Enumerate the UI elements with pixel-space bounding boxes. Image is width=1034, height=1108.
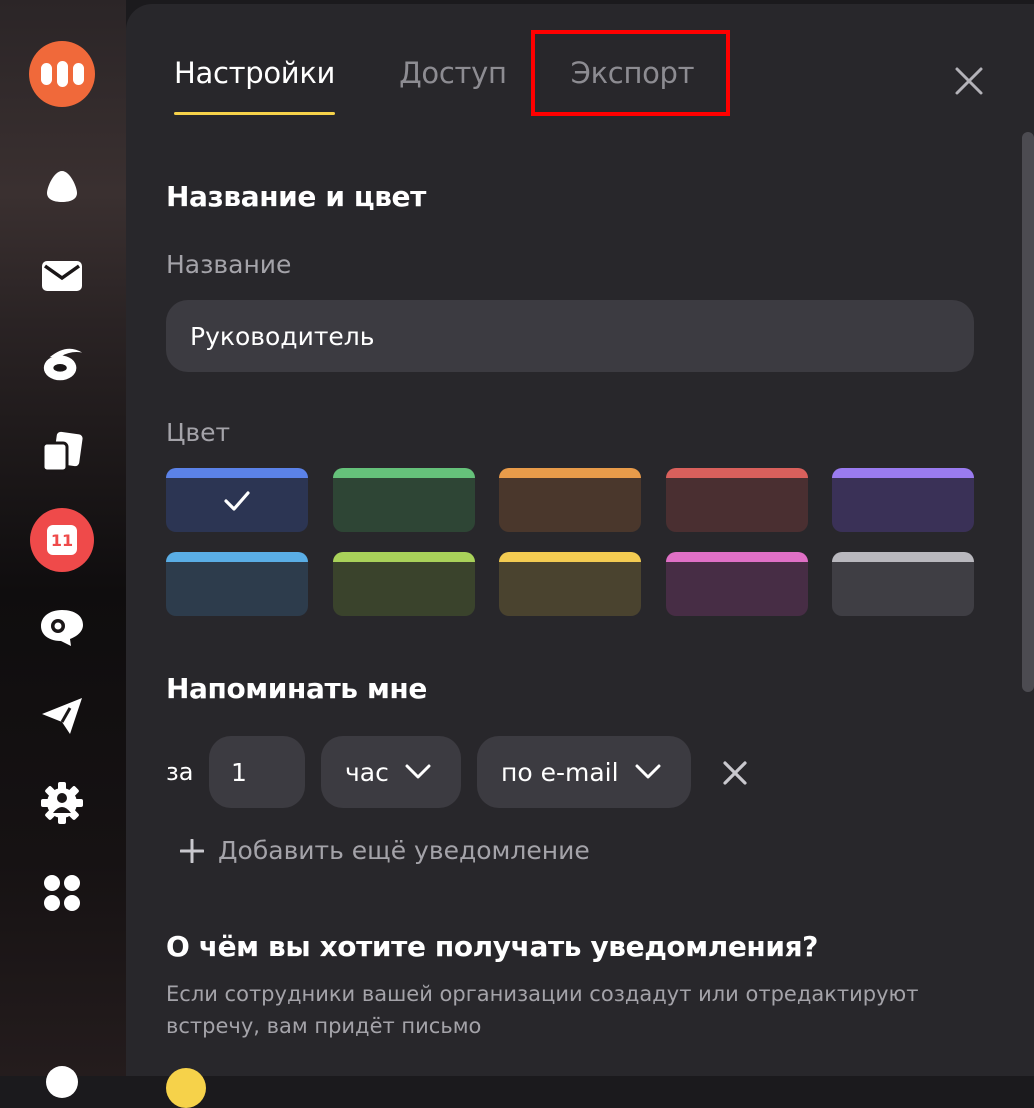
close-icon[interactable]: [952, 64, 986, 98]
tab-access[interactable]: Доступ: [399, 56, 507, 112]
messenger-icon[interactable]: [39, 606, 85, 650]
add-notification-button[interactable]: Добавить ещё уведомление: [180, 836, 590, 865]
chevron-down-icon: [635, 764, 661, 779]
disk-icon[interactable]: [40, 342, 84, 386]
color-swatch[interactable]: [332, 552, 475, 616]
remind-heading: Напоминать мне: [166, 672, 427, 705]
scrollbar[interactable]: [1022, 132, 1034, 692]
color-swatch-accent: [166, 468, 308, 478]
notify-description: Если сотрудники вашей организации создад…: [166, 982, 919, 1038]
app-logo-icon[interactable]: [29, 41, 95, 107]
reminder-row: за 1 час по e-mail: [166, 736, 866, 808]
color-swatch-accent: [499, 468, 641, 478]
admin-gear-icon[interactable]: [39, 780, 85, 826]
calendar-day: 11: [47, 525, 77, 555]
color-swatch[interactable]: [832, 552, 974, 616]
color-swatch-accent: [665, 468, 808, 478]
color-label: Цвет: [166, 418, 231, 447]
documents-icon[interactable]: [40, 430, 84, 474]
color-swatch-accent: [332, 552, 475, 562]
checkmark-icon: [223, 490, 251, 516]
remind-amount-input[interactable]: 1: [209, 736, 305, 808]
remind-prefix: за: [166, 758, 194, 786]
telemost-icon[interactable]: [39, 694, 85, 738]
calendar-settings-panel: Настройки Доступ Экспорт Название и цвет…: [126, 4, 1034, 1108]
color-swatch-accent: [332, 468, 475, 478]
chevron-down-icon: [405, 764, 431, 779]
color-swatch[interactable]: [332, 468, 475, 532]
color-swatch[interactable]: [665, 552, 808, 616]
notify-heading: О чём вы хотите получать уведомления?: [166, 930, 819, 963]
remind-unit-select[interactable]: час: [321, 736, 461, 808]
color-swatch[interactable]: [499, 552, 641, 616]
checkbox[interactable]: [166, 1068, 206, 1108]
tab-export[interactable]: Экспорт: [530, 30, 731, 116]
color-swatch-accent: [166, 552, 308, 562]
tab-bar: Настройки Доступ Экспорт: [174, 30, 790, 116]
add-notification-label: Добавить ещё уведомление: [218, 836, 590, 865]
color-swatch-accent: [665, 552, 808, 562]
drop-icon[interactable]: [42, 166, 82, 206]
name-label: Название: [166, 250, 292, 279]
all-services-icon[interactable]: [41, 872, 83, 914]
color-swatch[interactable]: [665, 468, 808, 532]
color-swatch-accent: [499, 552, 641, 562]
remind-channel-select[interactable]: по e-mail: [477, 736, 691, 808]
color-swatch[interactable]: [499, 468, 641, 532]
app-sidebar: 11: [0, 0, 126, 1098]
calendar-icon[interactable]: 11: [30, 508, 94, 572]
color-swatch[interactable]: [166, 468, 308, 532]
color-swatch-accent: [832, 468, 974, 478]
user-avatar[interactable]: [46, 1066, 78, 1098]
name-color-heading: Название и цвет: [166, 180, 426, 213]
tab-settings[interactable]: Настройки: [174, 56, 335, 115]
calendar-name-input[interactable]: [166, 300, 974, 372]
color-swatch-accent: [832, 552, 974, 562]
remind-amount-value: 1: [231, 757, 247, 787]
color-swatch[interactable]: [166, 552, 308, 616]
remove-reminder-icon[interactable]: [722, 760, 748, 786]
remind-channel-value: по e-mail: [501, 757, 619, 787]
color-swatch[interactable]: [832, 468, 974, 532]
plus-icon: [180, 838, 204, 863]
mail-icon[interactable]: [42, 256, 82, 296]
color-palette: [166, 468, 974, 616]
remind-unit-value: час: [345, 757, 389, 787]
